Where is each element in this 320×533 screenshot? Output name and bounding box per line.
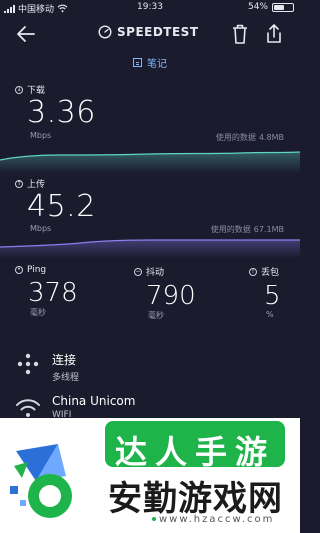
loss-stat: ! 丢包 5 % <box>249 265 281 319</box>
jitter-unit: 毫秒 <box>148 311 164 320</box>
watermark-top-text: 达人手游 <box>114 433 275 471</box>
upload-section: ↑ 上传 45.2 Mbps 使用的数据 67.1MB <box>0 175 300 260</box>
loss-value: 5 <box>264 281 281 311</box>
top-bar: SPEEDTEST <box>0 20 300 50</box>
download-usage: 使用的数据 4.8MB <box>216 132 284 143</box>
jitter-value: 790 <box>146 281 196 311</box>
notes-icon <box>133 58 142 67</box>
jitter-stat: − 抖动 790 毫秒 <box>134 265 196 321</box>
loss-unit: % <box>266 310 274 319</box>
watermark-logo-icon <box>10 444 72 518</box>
battery-percent: 54% <box>247 2 268 12</box>
speedometer-icon <box>98 25 112 39</box>
status-bar: 中国移动 19:33 54% <box>0 0 300 16</box>
ping-stat: • Ping 378 毫秒 <box>15 265 78 318</box>
watermark-url: www.hzaccw.com <box>152 514 274 525</box>
share-icon[interactable] <box>263 22 285 46</box>
trash-icon[interactable] <box>229 22 251 46</box>
ping-unit: 毫秒 <box>30 308 46 317</box>
connection-title: 连接 <box>52 353 77 367</box>
ping-label-text: Ping <box>27 265 47 275</box>
ping-value: 378 <box>28 278 78 308</box>
jitter-label: − 抖动 <box>134 265 196 278</box>
upload-graph <box>0 239 300 258</box>
app-title: SPEEDTEST <box>117 25 199 39</box>
connection-row[interactable]: 连接 多线程 <box>0 348 300 388</box>
status-right: 54% <box>248 2 294 12</box>
download-usage-value: 4.8MB <box>258 133 284 142</box>
watermark-main-text: 安勤游戏网 <box>108 479 283 519</box>
download-unit: Mbps <box>30 131 52 140</box>
back-arrow-icon[interactable] <box>14 22 38 46</box>
download-value: 3.36 <box>27 95 96 130</box>
battery-icon <box>272 2 294 12</box>
packet-loss-icon: ! <box>249 267 257 276</box>
connections-icon <box>17 353 39 375</box>
notes-label: 笔记 <box>147 59 167 70</box>
notes-link[interactable]: 笔记 <box>0 55 300 70</box>
download-usage-label: 使用的数据 <box>215 133 256 142</box>
download-section: ↓ 下载 3.36 Mbps 使用的数据 4.8MB <box>0 80 300 175</box>
download-arrow-icon: ↓ <box>15 85 23 94</box>
connection-subtitle: 多线程 <box>52 373 80 383</box>
wifi-icon <box>16 399 40 417</box>
upload-arrow-icon: ↑ <box>15 179 23 188</box>
watermark-url-text: www.hzaccw.com <box>159 514 275 525</box>
loss-label: ! 丢包 <box>249 265 281 278</box>
latency-stats: • Ping 378 毫秒 − 抖动 790 毫秒 ! 丢包 5 % <box>0 265 300 335</box>
app-brand: SPEEDTEST <box>98 25 199 39</box>
ping-icon: • <box>15 266 23 274</box>
watermark-banner: 达人手游 安勤游戏网 www.hzaccw.com <box>0 418 300 533</box>
jitter-label-text: 抖动 <box>146 268 165 278</box>
download-graph <box>0 151 300 173</box>
ping-label: • Ping <box>15 265 78 275</box>
upload-value: 45.2 <box>27 189 96 224</box>
jitter-icon: − <box>134 267 142 276</box>
provider-title: China Unicom <box>52 394 136 408</box>
loss-label-text: 丢包 <box>261 268 280 278</box>
